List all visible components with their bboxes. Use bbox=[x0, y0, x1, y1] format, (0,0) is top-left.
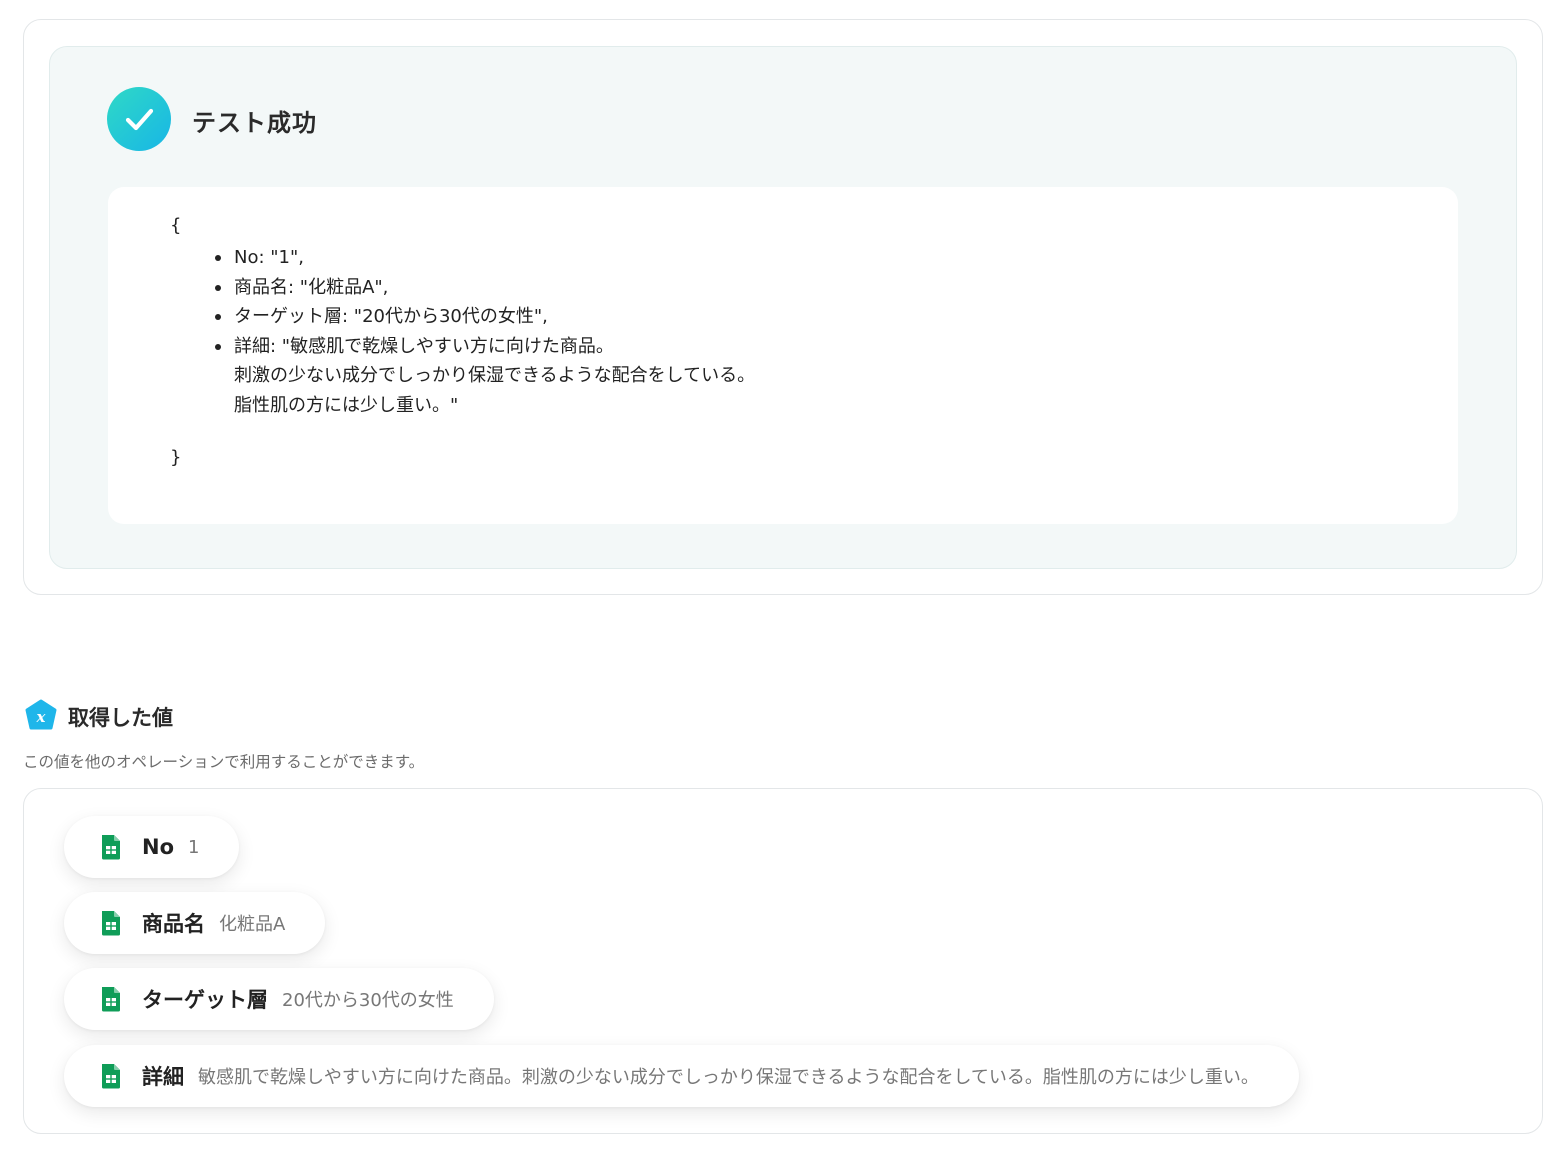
result-field-no: No: "1", bbox=[214, 243, 755, 273]
google-sheets-icon bbox=[102, 835, 120, 860]
result-field-product-name: 商品名: "化粧品A", bbox=[214, 273, 755, 303]
value-pill-detail[interactable]: 詳細 敏感肌で乾燥しやすい方に向けた商品。刺激の少ない成分でしっかり保湿できるよ… bbox=[64, 1045, 1299, 1107]
google-sheets-icon bbox=[102, 1064, 120, 1089]
value-pill-target[interactable]: ターゲット層 20代から30代の女性 bbox=[64, 968, 494, 1030]
result-field-target: ターゲット層: "20代から30代の女性", bbox=[214, 302, 755, 332]
value-key: ターゲット層 bbox=[142, 988, 268, 1012]
value-key: No bbox=[142, 835, 175, 859]
value-key: 商品名 bbox=[142, 912, 205, 936]
section-description: この値を他のオペレーションで利用することができます。 bbox=[23, 753, 425, 771]
value-key: 詳細 bbox=[142, 1065, 184, 1089]
success-panel: テスト成功 { No: "1", 商品名: "化粧品A", ターゲット層: "2… bbox=[49, 46, 1517, 569]
acquired-values-card: No 1 商品名 化粧品A ターゲット層 20代から30代の女性 詳細 敏感肌で… bbox=[23, 788, 1543, 1134]
value-text: 1 bbox=[188, 836, 200, 858]
value-text: 敏感肌で乾燥しやすい方に向けた商品。刺激の少ない成分でしっかり保湿できるような配… bbox=[198, 1067, 1259, 1088]
test-result-card: テスト成功 { No: "1", 商品名: "化粧品A", ターゲット層: "2… bbox=[23, 19, 1543, 595]
value-pill-product-name[interactable]: 商品名 化粧品A bbox=[64, 892, 326, 954]
value-text: 20代から30代の女性 bbox=[282, 990, 454, 1011]
open-brace: { bbox=[170, 215, 182, 236]
check-circle-icon bbox=[107, 87, 171, 151]
google-sheets-icon bbox=[102, 987, 120, 1012]
result-output-box: { No: "1", 商品名: "化粧品A", ターゲット層: "20代から30… bbox=[108, 187, 1458, 524]
result-field-detail: 詳細: "敏感肌で乾燥しやすい方に向けた商品。 刺激の少ない成分でしっかり保湿で… bbox=[214, 332, 755, 421]
value-pill-no[interactable]: No 1 bbox=[64, 816, 240, 878]
svg-text:x: x bbox=[36, 708, 47, 726]
variable-icon: x bbox=[25, 699, 57, 730]
success-title: テスト成功 bbox=[192, 109, 317, 137]
section-title: 取得した値 bbox=[68, 706, 173, 730]
close-brace: } bbox=[170, 447, 182, 468]
google-sheets-icon bbox=[102, 911, 120, 936]
result-field-list: No: "1", 商品名: "化粧品A", ターゲット層: "20代から30代の… bbox=[214, 243, 755, 421]
value-text: 化粧品A bbox=[219, 914, 286, 935]
